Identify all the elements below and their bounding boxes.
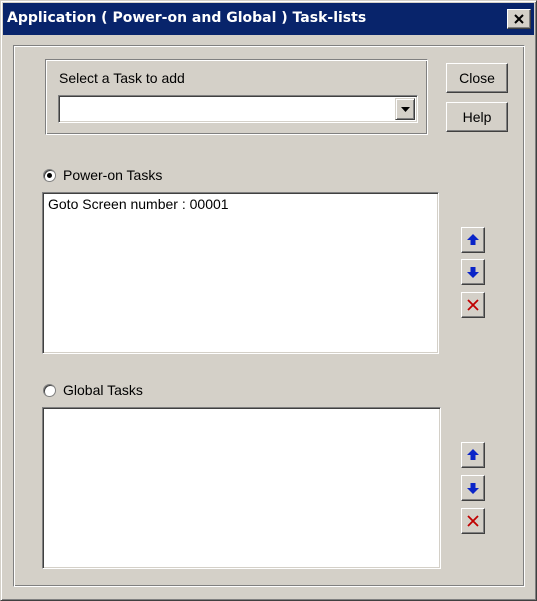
arrow-up-icon: [467, 449, 479, 460]
power-on-label: Power-on Tasks: [63, 167, 163, 183]
close-icon: [514, 14, 524, 24]
delete-x-icon: [467, 299, 479, 311]
radio-selected-dot: [47, 172, 52, 178]
global-radio[interactable]: Global Tasks: [43, 382, 143, 398]
arrow-down-icon: [467, 267, 479, 278]
power-on-move-down-button[interactable]: [461, 259, 485, 285]
global-move-up-button[interactable]: [461, 442, 485, 468]
task-lists-dialog: Application ( Power-on and Global ) Task…: [0, 0, 537, 601]
power-on-delete-button[interactable]: [461, 292, 485, 318]
global-task-list[interactable]: [42, 407, 441, 569]
power-on-move-up-button[interactable]: [461, 227, 485, 253]
global-delete-button[interactable]: [461, 508, 485, 534]
help-button[interactable]: Help: [446, 102, 508, 132]
task-select-label: Select a Task to add: [59, 70, 185, 86]
power-on-radio-circle[interactable]: [43, 168, 56, 182]
delete-x-icon: [467, 515, 479, 527]
global-label: Global Tasks: [63, 382, 143, 398]
title-bar[interactable]: Application ( Power-on and Global ) Task…: [3, 3, 534, 35]
chevron-down-icon: [400, 106, 410, 112]
dropdown-button[interactable]: [395, 98, 415, 120]
arrow-down-icon: [467, 483, 479, 494]
window-close-button[interactable]: [507, 9, 531, 29]
list-item[interactable]: Goto Screen number : 00001: [43, 193, 438, 212]
window-title: Application ( Power-on and Global ) Task…: [7, 10, 367, 26]
close-button[interactable]: Close: [446, 63, 508, 93]
arrow-up-icon: [467, 234, 479, 245]
task-select-dropdown[interactable]: [58, 95, 418, 123]
global-move-down-button[interactable]: [461, 475, 485, 501]
global-radio-circle[interactable]: [43, 383, 56, 397]
power-on-task-list[interactable]: Goto Screen number : 00001: [42, 192, 439, 354]
power-on-radio[interactable]: Power-on Tasks: [43, 167, 162, 183]
